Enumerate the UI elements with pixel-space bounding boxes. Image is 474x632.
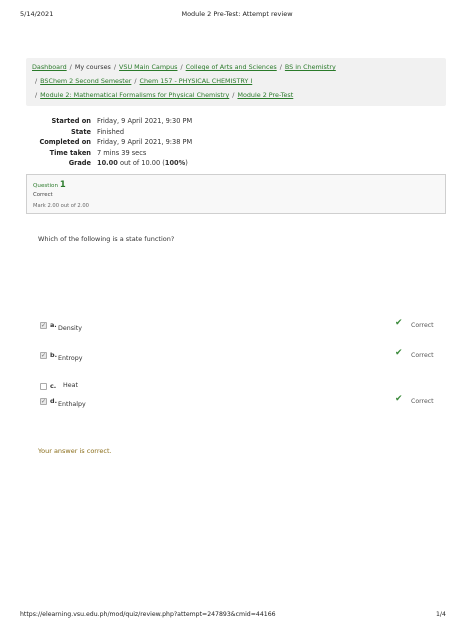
grade-percent: 100%: [164, 159, 186, 167]
answer-text: Density: [58, 325, 82, 332]
grade-close-paren: ): [185, 159, 188, 167]
question-info-box: Question 1 Correct Mark 2.00 out of 2.00: [26, 174, 446, 214]
breadcrumb-separator: /: [232, 91, 235, 99]
breadcrumb-dashboard[interactable]: Dashboard: [32, 63, 67, 71]
breadcrumb-bschem-2nd-sem[interactable]: BSChem 2 Second Semester: [40, 77, 131, 85]
question-number: Question 1: [33, 179, 66, 189]
breadcrumb-vsu-main-campus[interactable]: VSU Main Campus: [119, 63, 177, 71]
print-header: 5/14/2021 Module 2 Pre-Test: Attempt rev…: [0, 10, 474, 22]
question-number-value: 1: [59, 179, 66, 189]
answer-checkbox[interactable]: ✓: [40, 352, 47, 359]
breadcrumb-row-1: Dashboard / My courses / VSU Main Campus / Col…: [32, 63, 336, 71]
answer-text: Enthalpy: [58, 401, 86, 408]
print-title: Module 2 Pre-Test: Attempt review: [181, 10, 293, 18]
summary-completed-row: Completed on Friday, 9 April 2021, 9:38 …: [26, 138, 326, 149]
grade-out-of: out of 10.00 (: [117, 159, 165, 167]
started-value: Friday, 9 April 2021, 9:30 PM: [97, 117, 193, 125]
breadcrumb-college-arts-sciences[interactable]: College of Arts and Sciences: [186, 63, 277, 71]
breadcrumb-separator: /: [113, 63, 117, 71]
completed-label: Completed on: [39, 138, 91, 146]
breadcrumb: Dashboard / My courses / VSU Main Campus / Col…: [26, 58, 446, 106]
question-label: Question: [33, 183, 59, 189]
check-icon: ✔: [395, 348, 403, 358]
breadcrumb-chem-157[interactable]: Chem 157 - PHYSICAL CHEMISTRY I: [140, 77, 253, 85]
answer-option-a[interactable]: ✓ a. Density ✔ Correct: [40, 318, 440, 344]
breadcrumb-module-2-pretest[interactable]: Module 2 Pre-Test: [237, 91, 293, 99]
breadcrumb-separator: /: [69, 63, 72, 71]
breadcrumb-separator: /: [180, 63, 183, 71]
question-mark: Mark 2.00 out of 2.00: [33, 203, 89, 209]
grade-score: 10.00: [97, 159, 118, 167]
answer-letter: c.: [50, 382, 57, 390]
breadcrumb-separator: /: [134, 77, 137, 85]
answer-letter: d.: [50, 397, 58, 405]
grade-value: 10.00 out of 10.00 (100%): [97, 159, 188, 167]
answer-feedback: Correct: [411, 352, 434, 359]
page-number: 1/4: [436, 611, 446, 618]
breadcrumb-row-3: / Module 2: Mathematical Formalisms for P…: [32, 91, 293, 99]
breadcrumb-row-2: / BSChem 2 Second Semester / Chem 157 - PHY…: [32, 77, 252, 85]
breadcrumb-my-courses: My courses: [74, 63, 111, 71]
breadcrumb-separator: /: [279, 63, 282, 71]
state-label: State: [71, 127, 91, 136]
started-label: Started on: [51, 117, 91, 125]
breadcrumb-separator: /: [35, 91, 38, 99]
check-icon: ✔: [395, 318, 403, 328]
general-feedback: Your answer is correct.: [38, 447, 112, 455]
answer-letter: b.: [50, 351, 58, 359]
breadcrumb-separator: /: [35, 77, 38, 85]
summary-time-row: Time taken 7 mins 39 secs: [26, 149, 326, 160]
breadcrumb-bs-chemistry[interactable]: BS in Chemistry: [285, 63, 336, 71]
question-state: Correct: [33, 192, 53, 198]
check-icon: ✔: [395, 394, 403, 404]
question-text: Which of the following is a state functi…: [38, 235, 175, 243]
summary-started-row: Started on Friday, 9 April 2021, 9:30 PM: [26, 117, 326, 128]
answer-letter: a.: [50, 321, 57, 329]
time-taken-label: Time taken: [49, 148, 91, 157]
answer-feedback: Correct: [411, 322, 434, 329]
state-value: Finished: [97, 127, 125, 136]
summary-state-row: State Finished: [26, 128, 326, 139]
summary-grade-row: Grade 10.00 out of 10.00 (100%): [26, 159, 326, 170]
answer-text: Entropy: [58, 355, 83, 362]
answer-checkbox[interactable]: [40, 383, 47, 390]
completed-value: Friday, 9 April 2021, 9:38 PM: [97, 138, 193, 146]
answer-checkbox[interactable]: ✓: [40, 398, 47, 405]
answer-text: Heat: [63, 382, 78, 389]
attempt-summary: Started on Friday, 9 April 2021, 9:30 PM…: [26, 117, 326, 170]
page-url: https://elearning.vsu.edu.ph/mod/quiz/re…: [20, 611, 276, 618]
answer-feedback: Correct: [411, 398, 434, 405]
grade-label: Grade: [68, 159, 91, 167]
time-taken-value: 7 mins 39 secs: [97, 148, 147, 157]
breadcrumb-module-2[interactable]: Module 2: Mathematical Formalisms for Ph…: [40, 91, 229, 99]
answer-option-b[interactable]: ✓ b. Entropy ✔ Correct: [40, 348, 440, 374]
answer-option-d[interactable]: ✓ d. Enthalpy ✔ Correct: [40, 394, 440, 420]
answer-checkbox[interactable]: ✓: [40, 322, 47, 329]
